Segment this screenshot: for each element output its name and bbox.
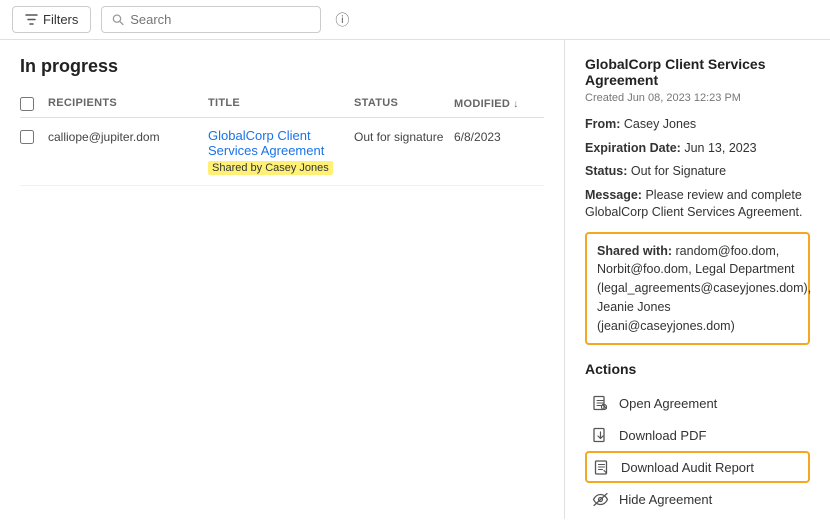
shared-badge: Shared by Casey Jones bbox=[208, 161, 333, 175]
from-value: Casey Jones bbox=[624, 117, 696, 131]
status-cell: Out for signature bbox=[354, 128, 454, 144]
detail-message: Message: Please review and complete Glob… bbox=[585, 187, 810, 222]
hide-agreement-icon bbox=[591, 490, 609, 508]
status-value: Out for Signature bbox=[631, 164, 726, 178]
from-label: From: bbox=[585, 117, 620, 131]
filter-icon bbox=[25, 13, 38, 26]
action-hide-agreement[interactable]: Hide Agreement bbox=[585, 483, 810, 515]
detail-from: From: Casey Jones bbox=[585, 116, 810, 134]
search-box bbox=[101, 6, 321, 33]
modified-cell: 6/8/2023 bbox=[454, 128, 544, 144]
col-recipients: Recipients bbox=[48, 97, 208, 111]
main-layout: In progress Recipients Title Status Modi… bbox=[0, 40, 830, 519]
row-checkbox[interactable] bbox=[20, 130, 34, 144]
detail-title: GlobalCorp Client Services Agreement bbox=[585, 56, 810, 88]
sort-arrow-icon: ↓ bbox=[513, 99, 518, 110]
expiration-value: Jun 13, 2023 bbox=[684, 141, 756, 155]
select-all-checkbox[interactable] bbox=[20, 97, 34, 111]
download-audit-label: Download Audit Report bbox=[621, 460, 754, 475]
action-share-unshare[interactable]: Share/Unshare (3) bbox=[585, 515, 810, 519]
title-cell: GlobalCorp Client Services Agreement Sha… bbox=[208, 128, 354, 175]
top-bar: Filters ⓘ bbox=[0, 0, 830, 40]
action-download-audit[interactable]: Download Audit Report bbox=[585, 451, 810, 483]
detail-status: Status: Out for Signature bbox=[585, 163, 810, 181]
col-status: Status bbox=[354, 97, 454, 111]
filter-label: Filters bbox=[43, 12, 78, 27]
table-header: Recipients Title Status Modified ↓ bbox=[20, 93, 544, 118]
recipient-cell: calliope@jupiter.dom bbox=[48, 128, 208, 144]
info-icon[interactable]: ⓘ bbox=[335, 10, 349, 30]
shared-with-box: Shared with: random@foo.dom, Norbit@foo.… bbox=[585, 232, 810, 346]
expiration-label: Expiration Date: bbox=[585, 141, 681, 155]
col-modified: Modified ↓ bbox=[454, 97, 544, 111]
hide-agreement-label: Hide Agreement bbox=[619, 492, 712, 507]
status-label: Status: bbox=[585, 164, 627, 178]
filter-button[interactable]: Filters bbox=[12, 6, 91, 33]
header-checkbox-cell bbox=[20, 97, 48, 111]
section-title: In progress bbox=[20, 56, 544, 77]
doc-title-link[interactable]: GlobalCorp Client Services Agreement bbox=[208, 128, 354, 158]
search-icon bbox=[112, 13, 124, 26]
detail-created: Created Jun 08, 2023 12:23 PM bbox=[585, 92, 810, 104]
download-pdf-icon bbox=[591, 426, 609, 444]
download-audit-icon bbox=[593, 458, 611, 476]
search-input[interactable] bbox=[130, 12, 310, 27]
open-agreement-icon bbox=[591, 394, 609, 412]
message-label: Message: bbox=[585, 188, 642, 202]
actions-title: Actions bbox=[585, 361, 810, 377]
col-title: Title bbox=[208, 97, 354, 111]
shared-with-label: Shared with: bbox=[597, 244, 672, 258]
right-panel: GlobalCorp Client Services Agreement Cre… bbox=[565, 40, 830, 519]
row-checkbox-cell bbox=[20, 128, 48, 144]
table-row: calliope@jupiter.dom GlobalCorp Client S… bbox=[20, 118, 544, 186]
open-agreement-label: Open Agreement bbox=[619, 396, 717, 411]
detail-expiration: Expiration Date: Jun 13, 2023 bbox=[585, 140, 810, 158]
left-panel: In progress Recipients Title Status Modi… bbox=[0, 40, 565, 519]
action-download-pdf[interactable]: Download PDF bbox=[585, 419, 810, 451]
action-open-agreement[interactable]: Open Agreement bbox=[585, 387, 810, 419]
download-pdf-label: Download PDF bbox=[619, 428, 706, 443]
